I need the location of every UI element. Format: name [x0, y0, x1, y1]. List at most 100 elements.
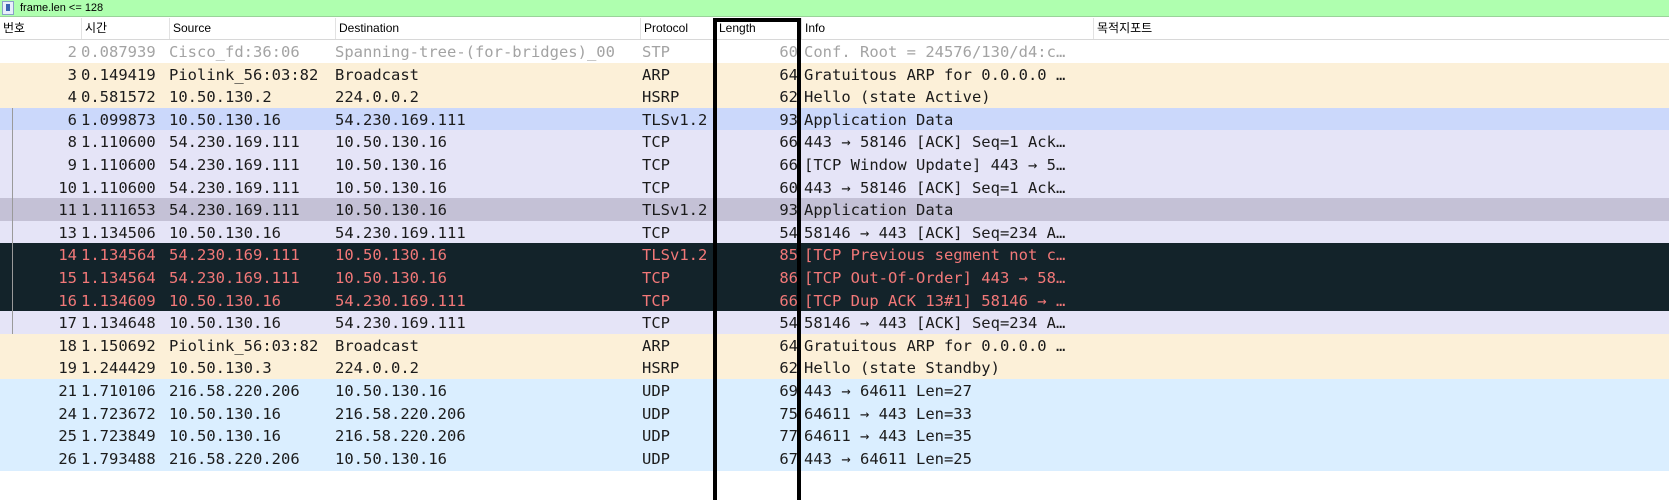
- packet-source: Piolink_56:03:82: [169, 336, 319, 355]
- packet-time: 1.723672: [81, 404, 156, 423]
- packet-info: 443 → 64611 Len=25: [804, 449, 972, 468]
- packet-row[interactable]: 25 1.723849 10.50.130.16 216.58.220.206 UDP 7…: [0, 424, 1669, 449]
- column-header-length[interactable]: Length: [715, 18, 801, 39]
- packet-protocol: TCP: [642, 223, 670, 242]
- packet-row[interactable]: 6 1.099873 10.50.130.16 54.230.169.111 TLSv1…: [0, 107, 1669, 132]
- packet-length: 62: [779, 88, 798, 107]
- packet-time: 1.134648: [81, 314, 156, 333]
- packet-row[interactable]: 19 1.244429 10.50.130.3 224.0.0.2 HSRP 62 Hell…: [0, 356, 1669, 381]
- packet-source: 10.50.130.16: [169, 291, 281, 310]
- packet-source: 54.230.169.111: [169, 201, 300, 220]
- packet-info: [TCP Window Update] 443 → 5…: [804, 156, 1066, 174]
- display-filter-input[interactable]: frame.len <= 128: [20, 0, 103, 17]
- packet-row[interactable]: 9 1.110600 54.230.169.111 10.50.130.16 TCP 66…: [0, 153, 1669, 177]
- packet-protocol: TCP: [642, 156, 670, 174]
- packet-row[interactable]: 8 1.110600 54.230.169.111 10.50.130.16 TCP 66…: [0, 130, 1669, 155]
- packet-time: 1.134564: [81, 269, 156, 287]
- column-header-destination-port[interactable]: 목적지포트: [1093, 18, 1669, 39]
- packet-destination: 10.50.130.16: [335, 269, 447, 287]
- packet-protocol: TLSv1.2: [642, 246, 708, 265]
- packet-info: Hello (state Active): [804, 88, 991, 107]
- packet-info: Hello (state Standby): [804, 359, 1000, 378]
- packet-length: 66: [779, 291, 798, 310]
- packet-row[interactable]: 18 1.150692 Piolink_56:03:82 Broadcast ARP 64…: [0, 333, 1669, 358]
- packet-protocol: TLSv1.2: [642, 201, 708, 220]
- packet-time: 1.244429: [81, 359, 156, 378]
- packet-time: 1.134506: [81, 223, 156, 242]
- packet-row[interactable]: 14 1.134564 54.230.169.111 10.50.130.16 TLSv…: [0, 243, 1669, 268]
- packet-length: 64: [779, 336, 798, 355]
- column-header-source[interactable]: Source: [169, 18, 335, 39]
- packet-protocol: UDP: [642, 404, 670, 423]
- packet-list: 2 0.087939 Cisco_fd:36:06 Spanning-tree-(fo…: [0, 40, 1669, 500]
- packet-time: 0.087939: [81, 43, 156, 61]
- packet-row[interactable]: 17 1.134648 10.50.130.16 54.230.169.111 TCP 5…: [0, 311, 1669, 336]
- packet-destination: 216.58.220.206: [335, 404, 466, 423]
- packet-source: Cisco_fd:36:06: [169, 43, 300, 61]
- packet-protocol: HSRP: [642, 88, 680, 107]
- column-header-destination[interactable]: Destination: [335, 18, 640, 39]
- packet-length: 93: [779, 201, 798, 220]
- bookmark-icon[interactable]: [2, 1, 14, 15]
- packet-no: 25: [58, 427, 77, 446]
- packet-row[interactable]: 4 0.581572 10.50.130.2 224.0.0.2 HSRP 62 Hello…: [0, 85, 1669, 110]
- packet-row[interactable]: 2 0.087939 Cisco_fd:36:06 Spanning-tree-(fo…: [0, 40, 1669, 64]
- packet-time: 1.110600: [81, 156, 156, 174]
- column-header-no[interactable]: 번호: [0, 18, 81, 39]
- packet-protocol: TCP: [642, 133, 670, 152]
- packet-source: 10.50.130.16: [169, 314, 281, 333]
- packet-time: 0.581572: [81, 88, 156, 107]
- packet-time: 1.134609: [81, 291, 156, 310]
- packet-protocol: UDP: [642, 449, 670, 468]
- packet-protocol: TLSv1.2: [642, 110, 708, 129]
- packet-source: 10.50.130.16: [169, 404, 281, 423]
- packet-source: 10.50.130.3: [169, 359, 272, 378]
- packet-source: 10.50.130.2: [169, 88, 272, 107]
- packet-row[interactable]: 15 1.134564 54.230.169.111 10.50.130.16 TCP 8…: [0, 266, 1669, 290]
- packet-source: 54.230.169.111: [169, 246, 300, 265]
- packet-time: 1.723849: [81, 427, 156, 446]
- column-header-time[interactable]: 시간: [81, 18, 169, 39]
- packet-list-header: 번호 시간 Source Destination Protocol Length…: [0, 18, 1669, 40]
- packet-row[interactable]: 10 1.110600 54.230.169.111 10.50.130.16 TCP 6…: [0, 175, 1669, 200]
- packet-destination: 216.58.220.206: [335, 427, 466, 446]
- packet-length: 54: [779, 223, 798, 242]
- packet-destination: 54.230.169.111: [335, 110, 466, 129]
- packet-row[interactable]: 11 1.111653 54.230.169.111 10.50.130.16 TLSv…: [0, 198, 1669, 223]
- packet-time: 1.793488: [81, 449, 156, 468]
- packet-source: Piolink_56:03:82: [169, 65, 319, 84]
- packet-source: 54.230.169.111: [169, 269, 300, 287]
- column-header-info[interactable]: Info: [801, 18, 1093, 39]
- packet-row[interactable]: 24 1.723672 10.50.130.16 216.58.220.206 UDP 7…: [0, 401, 1669, 426]
- packet-info: Gratuitous ARP for 0.0.0.0 …: [804, 336, 1066, 355]
- packet-length: 67: [779, 449, 798, 468]
- packet-row[interactable]: 13 1.134506 10.50.130.16 54.230.169.111 TCP 5…: [0, 220, 1669, 245]
- packet-protocol: TCP: [642, 314, 670, 333]
- packet-no: 13: [58, 223, 77, 242]
- packet-destination: Broadcast: [335, 336, 419, 355]
- packet-row[interactable]: 26 1.793488 216.58.220.206 10.50.130.16 UDP 6…: [0, 446, 1669, 471]
- packet-no: 8: [67, 133, 77, 152]
- packet-row[interactable]: 21 1.710106 216.58.220.206 10.50.130.16 UDP 6…: [0, 379, 1669, 403]
- packet-protocol: TCP: [642, 178, 670, 197]
- packet-info: [TCP Dup ACK 13#1] 58146 → …: [804, 291, 1066, 310]
- packet-info: 64611 → 443 Len=35: [804, 427, 972, 446]
- packet-no: 24: [58, 404, 77, 423]
- packet-source: 54.230.169.111: [169, 178, 300, 197]
- packet-row[interactable]: 3 0.149419 Piolink_56:03:82 Broadcast ARP 64 G…: [0, 62, 1669, 87]
- packet-protocol: TCP: [642, 269, 670, 287]
- packet-destination: 10.50.130.16: [335, 133, 447, 152]
- packet-info: Conf. Root = 24576/130/d4:c…: [804, 43, 1066, 61]
- packet-protocol: UDP: [642, 382, 670, 400]
- column-header-protocol[interactable]: Protocol: [640, 18, 715, 39]
- packet-destination: 54.230.169.111: [335, 314, 466, 333]
- packet-row[interactable]: 16 1.134609 10.50.130.16 54.230.169.111 TCP 6…: [0, 288, 1669, 313]
- packet-destination: 54.230.169.111: [335, 223, 466, 242]
- display-filter-bar[interactable]: frame.len <= 128: [0, 0, 1669, 17]
- packet-no: 21: [58, 382, 77, 400]
- packet-info: 58146 → 443 [ACK] Seq=234 A…: [804, 223, 1066, 242]
- packet-no: 11: [58, 201, 77, 220]
- packet-info: [TCP Previous segment not c…: [804, 246, 1066, 265]
- packet-no: 19: [58, 359, 77, 378]
- packet-time: 1.150692: [81, 336, 156, 355]
